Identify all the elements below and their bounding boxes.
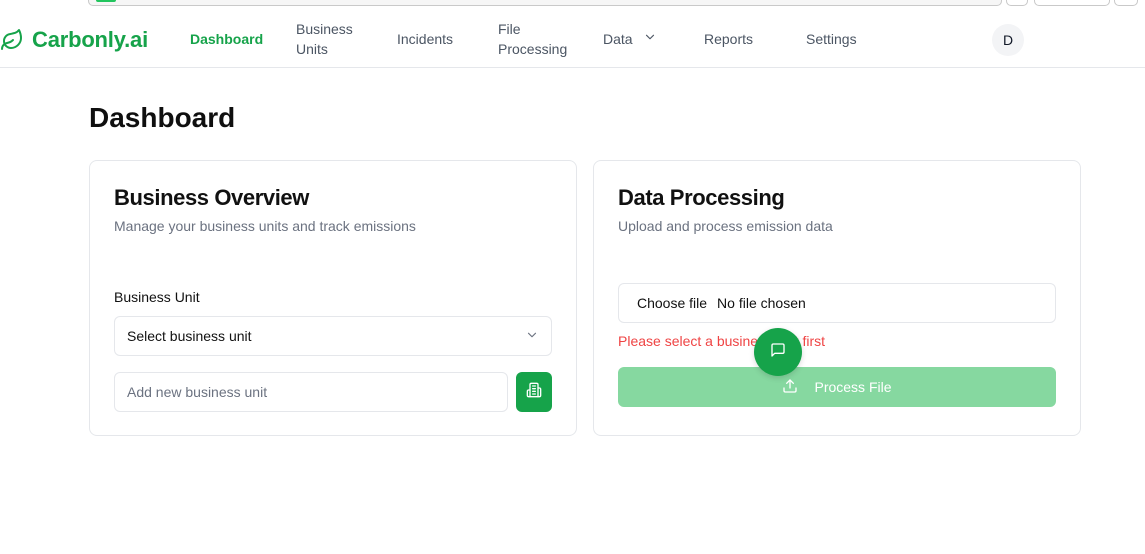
chevron-down-icon (525, 328, 539, 345)
leaf-icon (0, 28, 24, 52)
nav-label-line: Units (296, 41, 328, 57)
address-bar[interactable] (88, 0, 1002, 6)
business-unit-select[interactable]: Select business unit (114, 316, 552, 356)
select-value: Select business unit (127, 328, 252, 344)
card-subtitle: Upload and process emission data (618, 218, 833, 234)
new-business-unit-input[interactable] (114, 372, 508, 412)
chat-button[interactable] (754, 328, 802, 376)
avatar[interactable]: D (992, 24, 1024, 56)
nav-reports[interactable]: Reports (704, 29, 753, 49)
top-navbar: Carbonly.ai Dashboard Business Units Inc… (0, 10, 1145, 68)
browser-button[interactable] (1114, 0, 1138, 6)
process-file-button[interactable]: Process File (618, 367, 1056, 407)
nav-incidents[interactable]: Incidents (397, 29, 453, 49)
choose-file-button[interactable]: Choose file (637, 295, 707, 311)
nav-dashboard[interactable]: Dashboard (190, 29, 263, 49)
chat-icon (770, 342, 786, 363)
business-unit-label: Business Unit (114, 289, 200, 305)
page-title: Dashboard (89, 102, 236, 133)
file-input[interactable]: Choose file No file chosen (618, 283, 1056, 323)
tab-indicator (96, 0, 116, 2)
card-subtitle: Manage your business units and track emi… (114, 218, 416, 234)
building-icon (526, 382, 542, 403)
chevron-down-icon (643, 29, 657, 49)
card-title: Business Overview (114, 185, 309, 210)
nav-settings[interactable]: Settings (806, 29, 857, 49)
nav-label-line: File (498, 21, 521, 37)
browser-button[interactable] (1034, 0, 1110, 6)
nav-business-units[interactable]: Business Units (296, 19, 353, 59)
file-status: No file chosen (717, 295, 806, 311)
nav-label-line: Business (296, 21, 353, 37)
card-title: Data Processing (618, 185, 785, 210)
nav-data-label: Data (603, 31, 633, 47)
upload-icon (782, 378, 798, 397)
nav-data-dropdown[interactable]: Data (603, 29, 657, 49)
browser-button[interactable] (1006, 0, 1028, 6)
process-button-label: Process File (814, 379, 892, 395)
data-processing-card: Data Processing Upload and process emiss… (593, 160, 1081, 436)
logo-text: Carbonly.ai (32, 27, 148, 52)
business-overview-card: Business Overview Manage your business u… (89, 160, 577, 436)
nav-file-processing[interactable]: File Processing (498, 19, 567, 59)
browser-chrome-strip (0, 0, 1145, 8)
add-business-unit-button[interactable] (516, 372, 552, 412)
nav-label-line: Processing (498, 41, 568, 57)
logo[interactable]: Carbonly.ai (0, 26, 148, 54)
